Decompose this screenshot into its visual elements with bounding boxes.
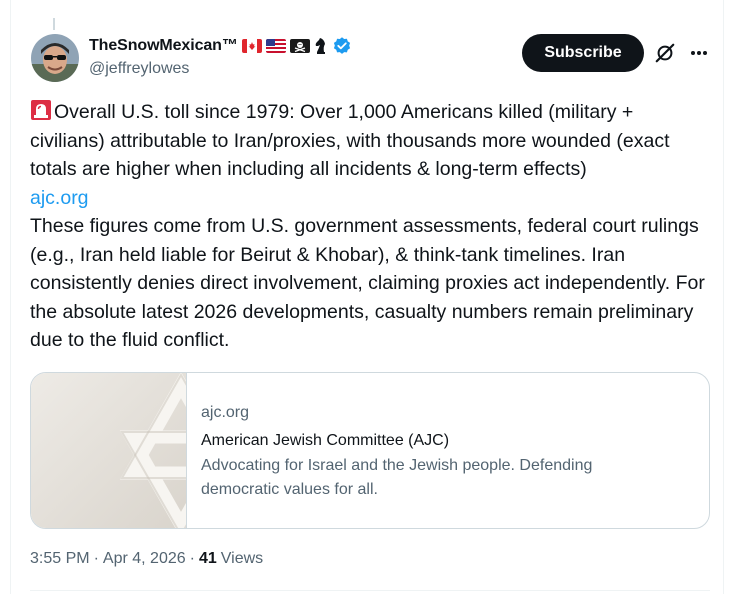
tweet-text-part-1: Overall U.S. toll since 1979: Over 1,000… <box>30 101 670 180</box>
tweet-date[interactable]: Apr 4, 2026 <box>103 550 186 568</box>
tweet-text: Overall U.S. toll since 1979: Over 1,000… <box>30 98 710 355</box>
subscribe-button[interactable]: Subscribe <box>522 34 644 72</box>
meta-separator: · <box>189 550 195 567</box>
card-domain: ajc.org <box>201 404 250 421</box>
avatar[interactable] <box>31 34 79 82</box>
chess-knight-icon <box>314 37 328 55</box>
card-body: ajc.org American Jewish Committee (AJC) … <box>187 373 671 528</box>
card-description: Advocating for Israel and the Jewish peo… <box>201 457 593 498</box>
tweet-paragraph-2: These figures come from U.S. government … <box>30 215 705 351</box>
views-count[interactable]: 41 <box>199 550 217 568</box>
verified-badge-icon[interactable] <box>332 36 352 56</box>
author-name-row[interactable]: TheSnowMexican™ <box>89 36 352 56</box>
canada-flag-icon <box>241 39 262 53</box>
tweet-paragraph-1: Overall U.S. toll since 1979: Over 1,000… <box>30 98 710 184</box>
pirate-flag-icon <box>289 39 310 53</box>
thread-line <box>53 18 55 30</box>
card-title: American Jewish Committee (AJC) <box>201 432 450 449</box>
meta-separator: · <box>93 550 99 567</box>
card-image-star-of-david <box>31 373 187 528</box>
more-options-icon[interactable] <box>688 42 710 64</box>
tweet-time[interactable]: 3:55 PM <box>30 550 90 568</box>
rotating-light-icon <box>30 99 52 121</box>
divider <box>30 590 710 591</box>
tweet-link-ajc[interactable]: ajc.org <box>30 187 89 209</box>
views-label: Views <box>220 550 264 567</box>
author-handle[interactable]: @jeffreylowes <box>89 60 189 78</box>
author-display-name[interactable]: TheSnowMexican™ <box>89 37 238 55</box>
link-preview-card[interactable]: ajc.org American Jewish Committee (AJC) … <box>30 372 710 529</box>
tweet-meta: 3:55 PM · Apr 4, 2026 · 41 Views <box>30 550 263 568</box>
us-flag-icon <box>265 39 286 53</box>
grok-icon[interactable] <box>654 42 676 64</box>
